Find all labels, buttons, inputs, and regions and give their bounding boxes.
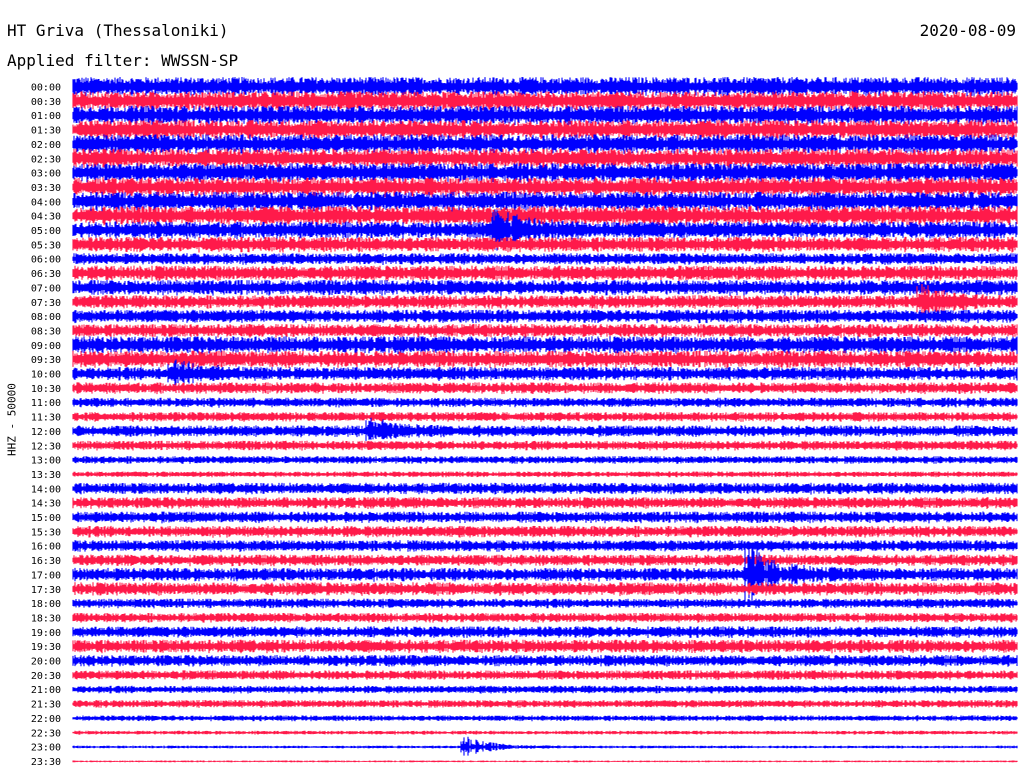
trace-row-1500 bbox=[72, 511, 1018, 524]
row-time-label: 15:00 bbox=[31, 513, 61, 524]
row-time-label: 18:30 bbox=[31, 613, 61, 624]
row-time-label: 05:00 bbox=[31, 226, 61, 237]
row-time-label: 02:30 bbox=[31, 154, 61, 165]
trace-row-0030 bbox=[72, 91, 1018, 112]
trace-row-0700 bbox=[72, 279, 1018, 296]
row-time-label: 17:00 bbox=[31, 570, 61, 581]
row-time-label: 13:00 bbox=[31, 456, 61, 467]
row-time-label: 18:00 bbox=[31, 599, 61, 610]
trace-row-0930 bbox=[72, 350, 1018, 369]
trace-row-1130 bbox=[72, 412, 1018, 422]
trace-row-0830 bbox=[72, 324, 1018, 338]
row-time-label: 10:30 bbox=[31, 384, 61, 395]
row-time-label: 13:30 bbox=[31, 470, 61, 481]
row-time-label: 10:00 bbox=[31, 370, 61, 381]
trace-row-1800 bbox=[72, 598, 1018, 609]
row-time-label: 16:00 bbox=[31, 542, 61, 553]
trace-row-1630 bbox=[72, 554, 1018, 567]
trace-row-2000 bbox=[72, 655, 1018, 667]
trace-row-1100 bbox=[72, 397, 1018, 408]
trace-row-2230 bbox=[72, 730, 1018, 735]
trace-row-1430 bbox=[72, 497, 1018, 509]
trace-row-1030 bbox=[72, 382, 1018, 395]
row-time-label: 14:30 bbox=[31, 499, 61, 510]
trace-row-0900 bbox=[72, 336, 1018, 354]
trace-row-1530 bbox=[72, 525, 1018, 538]
row-time-label: 03:30 bbox=[31, 183, 61, 194]
trace-row-1700 bbox=[72, 545, 1018, 604]
trace-row-2030 bbox=[72, 670, 1018, 681]
trace-row-1930 bbox=[72, 639, 1018, 654]
trace-row-1900 bbox=[72, 626, 1018, 638]
row-time-label: 02:00 bbox=[31, 140, 61, 151]
row-time-label: 09:00 bbox=[31, 341, 61, 352]
row-time-label: 15:30 bbox=[31, 527, 61, 538]
row-time-label: 19:00 bbox=[31, 628, 61, 639]
row-time-label: 06:30 bbox=[31, 269, 61, 280]
trace-row-1200 bbox=[72, 417, 1018, 441]
seismogram-plot: 00:00 00:30 01:00 01:30 02:00 02:30 03:00 03:30… bbox=[31, 77, 1018, 768]
row-time-label: 04:00 bbox=[31, 197, 61, 208]
row-time-label: 06:00 bbox=[31, 255, 61, 266]
row-time-label: 17:30 bbox=[31, 585, 61, 596]
row-time-label: 21:00 bbox=[31, 685, 61, 696]
trace-row-2100 bbox=[72, 685, 1018, 694]
row-time-label: 00:00 bbox=[31, 83, 61, 94]
trace-row-2200 bbox=[72, 715, 1018, 722]
row-time-label: 12:30 bbox=[31, 441, 61, 452]
trace-row-2300 bbox=[72, 736, 1018, 756]
trace-row-1330 bbox=[72, 471, 1018, 478]
row-time-label: 01:30 bbox=[31, 126, 61, 137]
row-time-label: 09:30 bbox=[31, 355, 61, 366]
trace-row-0330 bbox=[72, 177, 1018, 198]
row-time-label: 07:30 bbox=[31, 298, 61, 309]
row-time-label: 20:00 bbox=[31, 657, 61, 668]
trace-row-1830 bbox=[72, 613, 1018, 623]
trace-row-0130 bbox=[72, 120, 1018, 140]
trace-row-2330 bbox=[72, 760, 1018, 763]
trace-row-1230 bbox=[72, 440, 1018, 451]
row-time-label: 22:30 bbox=[31, 728, 61, 739]
row-time-label: 11:00 bbox=[31, 398, 61, 409]
row-time-label: 22:00 bbox=[31, 714, 61, 725]
row-time-label: 01:00 bbox=[31, 111, 61, 122]
row-time-label: 08:30 bbox=[31, 326, 61, 337]
row-time-label: 08:00 bbox=[31, 312, 61, 323]
trace-row-1400 bbox=[72, 482, 1018, 495]
trace-row-1600 bbox=[72, 540, 1018, 552]
trace-row-0530 bbox=[72, 236, 1018, 253]
row-time-label: 05:30 bbox=[31, 240, 61, 251]
row-time-label: 16:30 bbox=[31, 556, 61, 567]
row-time-label: 11:30 bbox=[31, 413, 61, 424]
row-time-label: 19:30 bbox=[31, 642, 61, 653]
trace-row-0800 bbox=[72, 309, 1018, 324]
row-time-label: 21:30 bbox=[31, 700, 61, 711]
trace-row-0630 bbox=[72, 265, 1018, 282]
row-time-label: 14:00 bbox=[31, 484, 61, 495]
row-time-label: 12:00 bbox=[31, 427, 61, 438]
row-time-label: 07:00 bbox=[31, 283, 61, 294]
trace-row-1730 bbox=[72, 582, 1018, 597]
trace-row-2130 bbox=[72, 700, 1018, 708]
row-time-label: 03:00 bbox=[31, 169, 61, 180]
row-time-label: 00:30 bbox=[31, 97, 61, 108]
row-time-label: 23:30 bbox=[31, 757, 61, 768]
trace-row-1300 bbox=[72, 456, 1018, 464]
row-time-label: 20:30 bbox=[31, 671, 61, 682]
trace-row-0600 bbox=[72, 253, 1018, 265]
row-time-label: 04:30 bbox=[31, 212, 61, 223]
row-time-label: 23:00 bbox=[31, 743, 61, 754]
